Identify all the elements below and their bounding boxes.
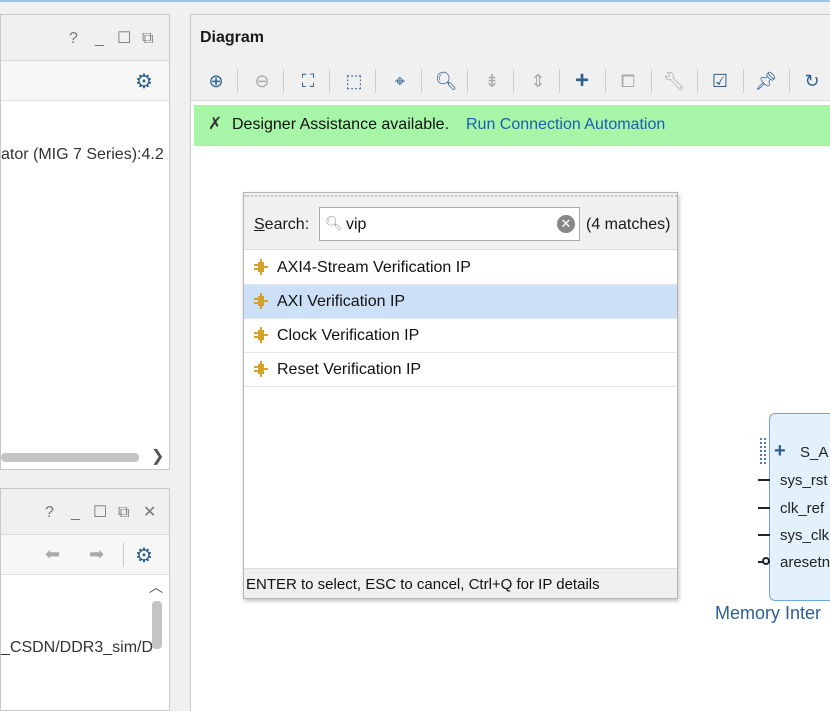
validate-icon[interactable]: ☑: [707, 68, 733, 94]
search-icon: 🔍︎: [325, 215, 343, 231]
messages-pane-toolbar: ⬅ ➡ ⚙: [1, 535, 169, 575]
minimize-icon[interactable]: _: [95, 25, 104, 53]
horizontal-scrollbar[interactable]: ❯: [1, 448, 169, 466]
zoom-in-icon[interactable]: ⊕: [203, 68, 229, 94]
sources-pane-titlebar: ? _ ☐ ⧉: [1, 15, 169, 61]
diagram-title: Diagram: [200, 29, 265, 46]
list-item-label: AXI4-Stream Verification IP: [277, 259, 471, 276]
list-item-selected[interactable]: AXI Verification IP: [244, 285, 677, 319]
toolbar-separator: [467, 69, 468, 93]
block-caption: Memory Inter: [715, 603, 822, 623]
collapse-icon[interactable]: ⇟: [479, 68, 505, 94]
sources-pane-toolbar: ⚙: [1, 61, 169, 101]
ip-icon: [254, 361, 268, 377]
plus-icon[interactable]: +: [774, 440, 786, 463]
port-pin[interactable]: [758, 534, 770, 536]
forward-arrow-icon[interactable]: ➡: [89, 544, 104, 565]
toolbar-separator: [421, 69, 422, 93]
toolbar-separator: [513, 69, 514, 93]
minimize-icon[interactable]: _: [71, 499, 80, 527]
search-input[interactable]: [346, 214, 546, 236]
pin-icon[interactable]: 📌︎: [753, 68, 779, 94]
list-item[interactable]: Reset Verification IP: [244, 353, 677, 387]
ip-source-row[interactable]: ator (MIG 7 Series):4.2: [1, 146, 164, 164]
toolbar-separator: [605, 69, 606, 93]
toolbar-separator: [651, 69, 652, 93]
float-icon[interactable]: ⧉: [118, 499, 129, 527]
float-icon[interactable]: ⧉: [142, 25, 153, 53]
memory-interface-block[interactable]: + S_A sys_rst clk_ref sys_clk aresetn: [769, 413, 830, 601]
popup-grip[interactable]: [244, 195, 677, 198]
wrench-icon[interactable]: 🔧︎: [661, 68, 687, 94]
list-item[interactable]: Clock Verification IP: [244, 319, 677, 353]
zoom-fit-icon[interactable]: ⛶: [295, 68, 321, 94]
popup-header: Search: 🔍︎ ✕ (4 matches): [244, 193, 677, 250]
list-item[interactable]: AXI4-Stream Verification IP: [244, 251, 677, 285]
popup-hint: ENTER to select, ESC to cancel, Ctrl+Q f…: [246, 576, 600, 593]
vertical-scrollbar[interactable]: ︿: [147, 577, 167, 711]
toolbar-separator: [789, 69, 790, 93]
list-item-label: Reset Verification IP: [277, 361, 422, 378]
assist-message: Designer Assistance available.: [232, 116, 450, 133]
scrollbar-thumb[interactable]: [152, 601, 162, 649]
messages-pane: ? _ ☐ ⧉ ✕ ⬅ ➡ ⚙ _CSDN/DDR3_sim/D ︿: [0, 488, 170, 711]
block-port-label: sys_rst: [780, 472, 828, 489]
file-path-row[interactable]: _CSDN/DDR3_sim/D: [1, 639, 153, 657]
sources-pane: ? _ ☐ ⧉ ⚙ ator (MIG 7 Series):4.2 ❯: [0, 14, 170, 470]
help-icon[interactable]: ?: [69, 25, 78, 53]
block-port-label: clk_ref: [780, 500, 825, 517]
block-port-label: S_A: [800, 444, 829, 461]
toolbar-separator: [283, 69, 284, 93]
help-icon[interactable]: ?: [45, 499, 54, 527]
ip-icon: [254, 327, 268, 343]
expand-icon[interactable]: ⇕: [525, 68, 551, 94]
route-icon[interactable]: ⧠: [615, 68, 641, 94]
run-connection-automation-link[interactable]: Run Connection Automation: [466, 116, 665, 134]
popup-footer: ENTER to select, ESC to cancel, Ctrl+Q f…: [244, 568, 677, 598]
ip-icon: [254, 259, 268, 275]
scrollbar-thumb[interactable]: [1, 453, 139, 462]
match-count: (4 matches): [586, 216, 671, 233]
toolbar-separator: [559, 69, 560, 93]
chevron-up-icon[interactable]: ︿: [149, 577, 163, 597]
window-top-border: [0, 0, 830, 2]
pin-icon: ✗: [208, 114, 223, 133]
toolbar-separator: [375, 69, 376, 93]
ip-icon: [254, 293, 268, 309]
toolbar-separator: [237, 69, 238, 93]
block-port-label: sys_clk: [780, 527, 830, 544]
back-arrow-icon[interactable]: ⬅: [45, 544, 60, 565]
search-icon[interactable]: 🔍︎: [433, 68, 459, 94]
port-pin[interactable]: [758, 479, 770, 481]
search-field[interactable]: 🔍︎ ✕: [319, 207, 580, 241]
port-pin[interactable]: [758, 507, 770, 509]
toolbar-separator: [123, 543, 124, 567]
auto-fit-selection-icon[interactable]: ⌖: [387, 68, 413, 94]
list-item-label: AXI Verification IP: [277, 293, 406, 310]
messages-pane-titlebar: ? _ ☐ ⧉ ✕: [1, 489, 169, 535]
gear-icon[interactable]: ⚙: [135, 543, 153, 568]
search-label: Search:: [254, 216, 310, 233]
close-icon[interactable]: ✕: [143, 499, 156, 527]
clear-icon[interactable]: ✕: [557, 215, 575, 233]
toolbar-separator: [697, 69, 698, 93]
diagram-toolbar: ⊕ ⊖ ⛶ ⬚ ⌖ 🔍︎ ⇟ ⇕ + ⧠ 🔧︎ ☑ 📌︎ ↻: [191, 61, 830, 101]
maximize-icon[interactable]: ☐: [93, 499, 107, 527]
gear-icon[interactable]: ⚙: [135, 69, 153, 94]
maximize-icon[interactable]: ☐: [117, 25, 131, 53]
list-item-label: Clock Verification IP: [277, 327, 420, 344]
designer-assistance-banner: ✗ Designer Assistance available. Run Con…: [194, 105, 830, 146]
zoom-area-icon[interactable]: ⬚: [341, 68, 367, 94]
block-drag-handle[interactable]: [760, 438, 766, 464]
block-port-label: aresetn: [780, 554, 830, 571]
chevron-right-icon[interactable]: ❯: [151, 446, 164, 466]
zoom-out-icon[interactable]: ⊖: [249, 68, 275, 94]
toolbar-separator: [743, 69, 744, 93]
refresh-icon[interactable]: ↻: [799, 68, 825, 94]
add-ip-icon[interactable]: +: [569, 67, 595, 94]
diagram-titlebar: Diagram: [191, 15, 830, 61]
add-ip-popup: Search: 🔍︎ ✕ (4 matches) AXI4-Stream Ver…: [243, 192, 678, 599]
toolbar-separator: [329, 69, 330, 93]
port-pin-inverted[interactable]: [762, 557, 770, 565]
